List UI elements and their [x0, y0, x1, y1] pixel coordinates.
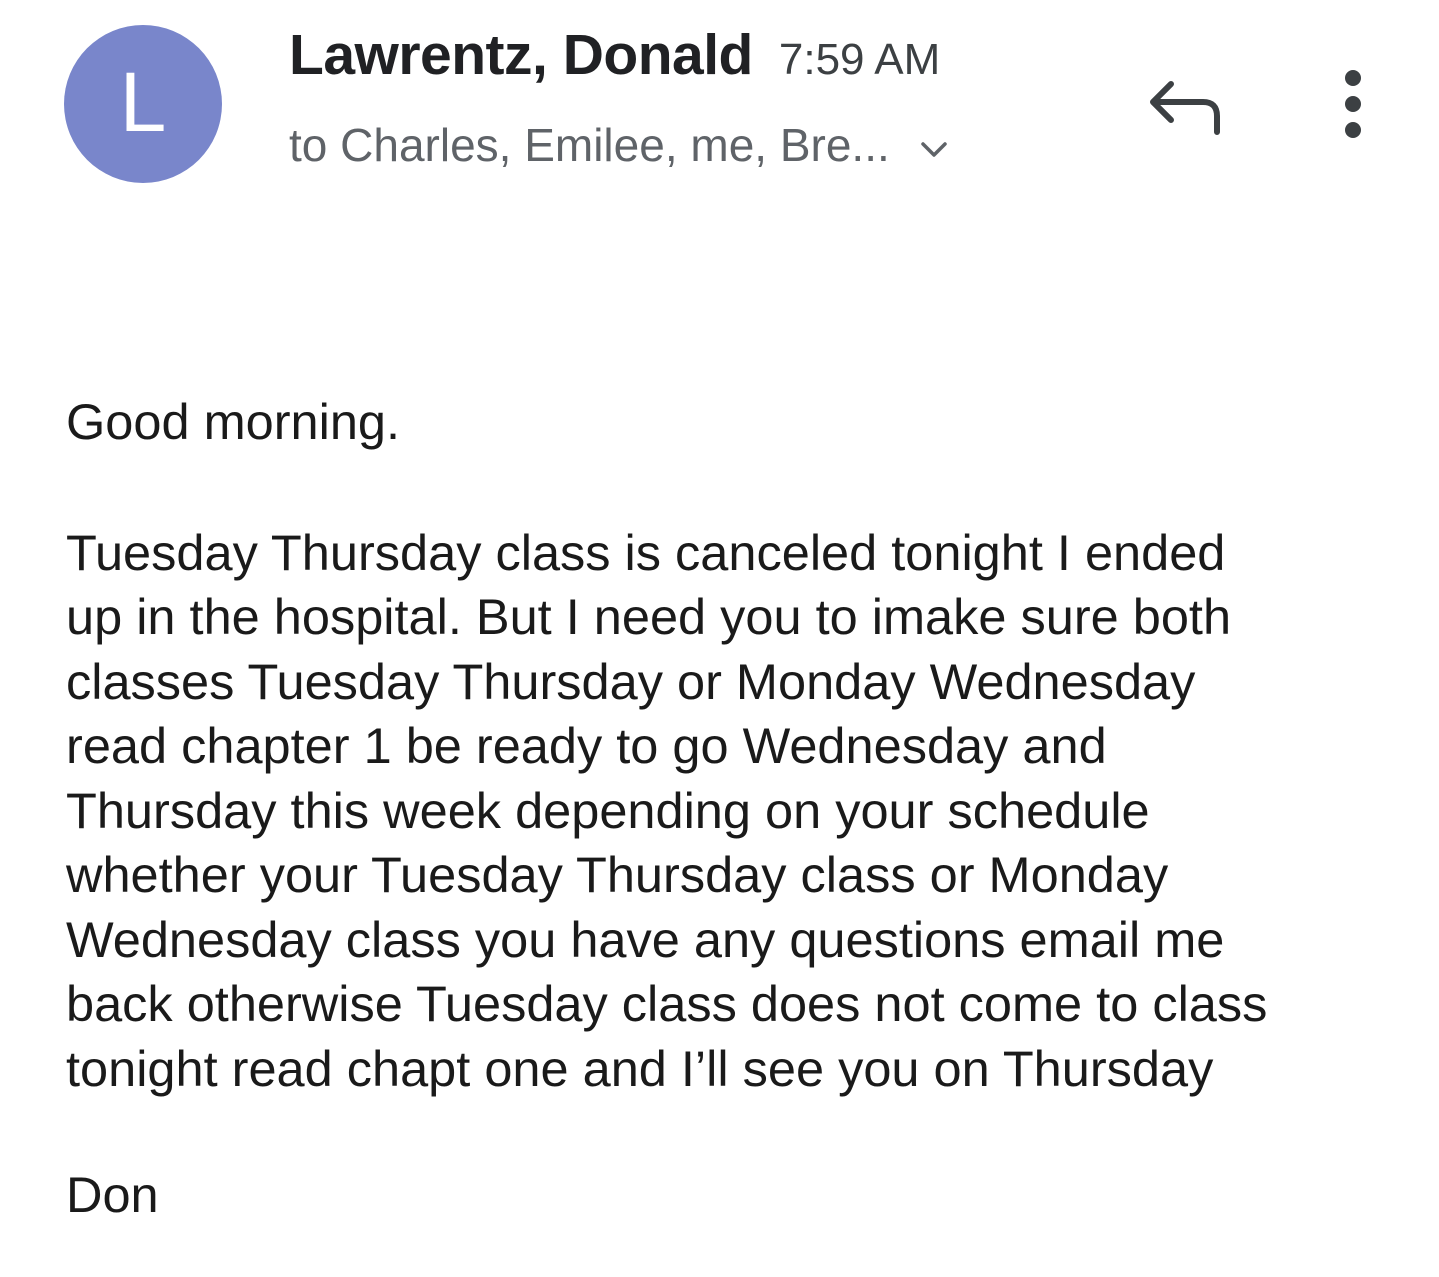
message-greeting: Good morning.	[66, 393, 401, 450]
sender-name[interactable]: Lawrentz, Donald	[289, 22, 753, 88]
message-paragraph: Tuesday Thursday class is canceled tonig…	[66, 523, 1268, 1097]
more-vert-icon	[1345, 70, 1361, 138]
message-body: Good morning. Tuesday Thursday class is …	[66, 390, 1406, 1228]
reply-icon	[1150, 81, 1220, 135]
message-signature: Don	[66, 1166, 159, 1223]
more-options-button[interactable]	[1330, 68, 1376, 142]
recipients-toggle[interactable]: to Charles, Emilee, me, Bre...	[289, 118, 948, 172]
reply-button[interactable]	[1145, 72, 1229, 142]
chevron-down-icon	[921, 142, 947, 157]
avatar-letter: L	[119, 55, 167, 149]
sender-line: Lawrentz, Donald 7:59 AM	[289, 22, 940, 88]
sender-avatar[interactable]: L	[64, 25, 222, 183]
message-time: 7:59 AM	[778, 35, 941, 84]
recipients-text: to Charles, Emilee, me, Bre...	[289, 119, 890, 171]
